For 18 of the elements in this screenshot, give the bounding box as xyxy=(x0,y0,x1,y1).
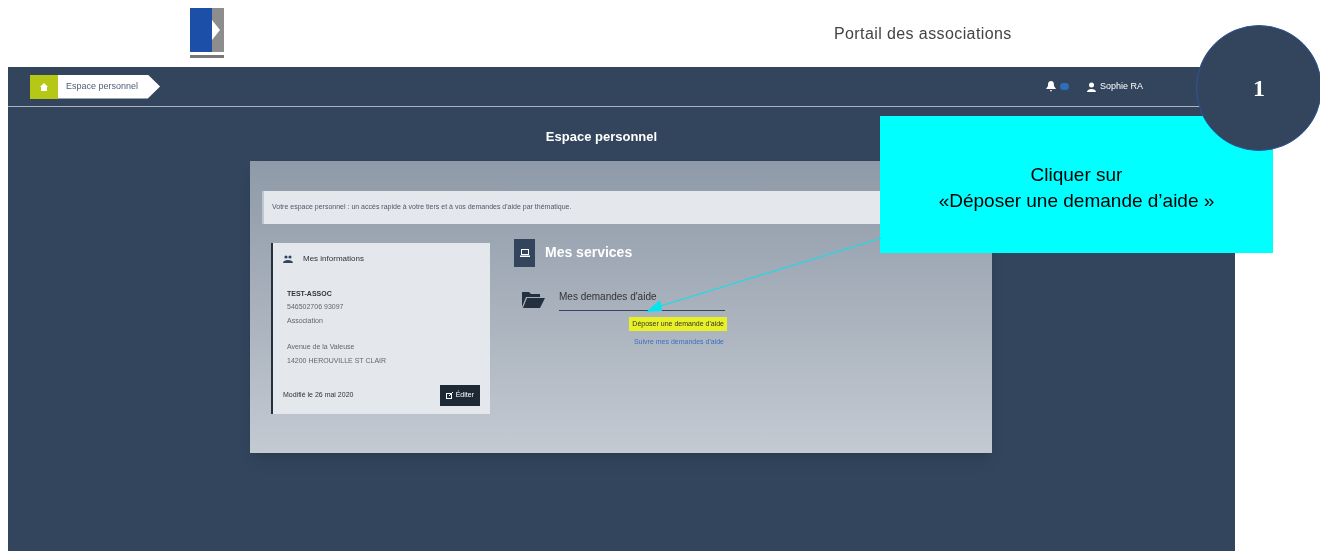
users-icon xyxy=(283,254,293,263)
callout-text: Cliquer sur xyxy=(1030,162,1123,187)
info-card-title: Mes informations xyxy=(303,252,364,265)
user-name[interactable]: Sophie RA xyxy=(1099,79,1143,94)
folder-icon xyxy=(522,291,545,308)
logo-icon xyxy=(190,7,224,60)
page-title: Espace personnel xyxy=(544,128,659,146)
breadcrumb-item[interactable]: Espace personnel xyxy=(58,74,161,99)
home-icon xyxy=(40,82,48,91)
notification-badge-icon xyxy=(1059,83,1069,90)
step-badge: 1 xyxy=(1196,25,1320,151)
bell-icon[interactable] xyxy=(1045,81,1056,92)
user-icon xyxy=(1086,81,1096,92)
portal-title: Portail des associations xyxy=(834,23,1012,44)
home-button[interactable] xyxy=(30,74,58,99)
edit-icon xyxy=(445,391,453,399)
services-title: Mes services xyxy=(545,243,633,262)
laptop-icon xyxy=(519,248,530,257)
